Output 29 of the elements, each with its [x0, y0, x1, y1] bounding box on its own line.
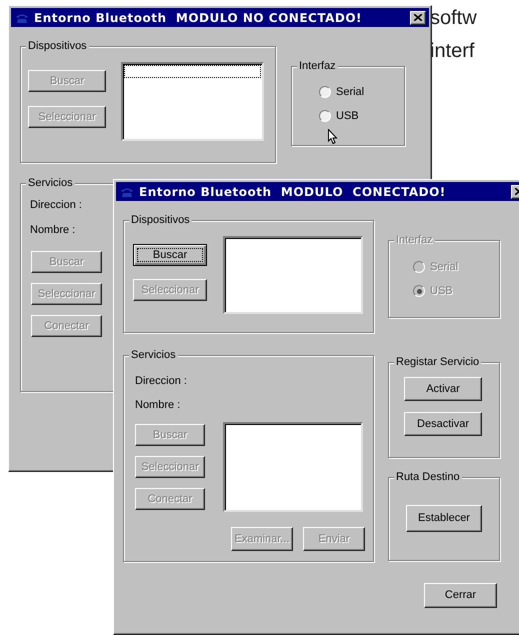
group-label: Dispositivos — [129, 214, 192, 226]
close-button[interactable] — [410, 10, 426, 24]
push-button[interactable]: Buscar — [133, 244, 207, 266]
window-title: Entorno Bluetooth MODULO NO CONECTADO! — [34, 10, 362, 26]
group-label: Interfaz — [297, 60, 338, 72]
field-label: Direccion : — [30, 198, 83, 212]
document-text: softw — [430, 6, 477, 30]
field-label: Nombre : — [135, 398, 182, 412]
document-text: interf — [430, 39, 476, 63]
close-icon — [414, 14, 422, 21]
list-box[interactable] — [121, 62, 264, 141]
phone-icon — [120, 186, 134, 196]
phone-icon — [15, 12, 29, 22]
radio-button[interactable]: USB — [319, 109, 404, 123]
group-label: Dispositivos — [26, 40, 89, 52]
group-label: Servicios — [129, 349, 178, 361]
group-label: Servicios — [26, 177, 75, 189]
radio-button[interactable]: Serial — [319, 85, 404, 99]
push-button[interactable]: Cerrar — [424, 583, 497, 608]
group-label: Registar Servicio — [394, 356, 482, 368]
push-button[interactable]: Activar — [404, 377, 482, 401]
push-button[interactable]: Establecer — [406, 505, 482, 532]
cursor-icon — [328, 129, 338, 145]
group-label: Interfaz — [394, 234, 435, 246]
push-button[interactable]: Desactivar — [404, 412, 482, 436]
field-label: Nombre : — [30, 223, 76, 237]
window-title: Entorno Bluetooth MODULO CONECTADO! — [139, 184, 446, 200]
field-label: Direccion : — [135, 374, 188, 388]
group-label: Ruta Destino — [394, 471, 462, 483]
